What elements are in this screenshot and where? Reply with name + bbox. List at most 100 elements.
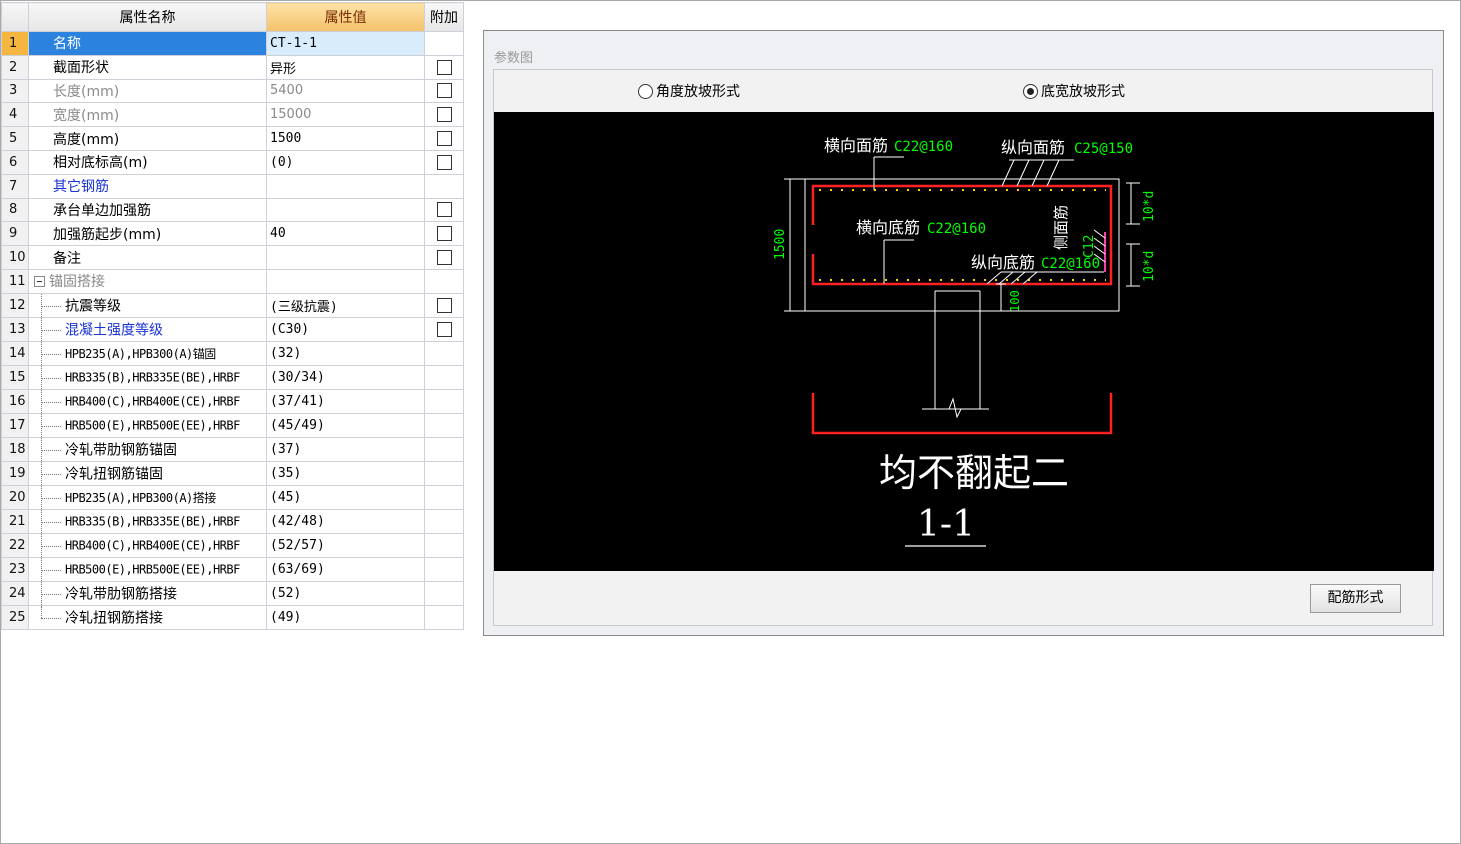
property-name[interactable]: HRB500(E),HRB500E(EE),HRBF <box>28 412 267 438</box>
table-row[interactable]: 17 HRB500(E),HRB500E(EE),HRBF (45/49) <box>1 412 464 438</box>
table-row[interactable]: 16 HRB400(C),HRB400E(CE),HRBF (37/41) <box>1 388 464 414</box>
column-header-extra[interactable]: 附加 <box>424 2 464 32</box>
column-header-value[interactable]: 属性值 <box>266 2 425 32</box>
column-header-name[interactable]: 属性名称 <box>28 2 267 32</box>
property-name[interactable]: 冷轧带肋钢筋锚固 <box>28 436 267 462</box>
table-row[interactable]: 20 HPB235(A),HPB300(A)搭接 (45) <box>1 484 464 510</box>
property-name[interactable]: 其它钢筋 <box>28 173 267 199</box>
property-value[interactable]: (49) <box>266 604 425 630</box>
property-value[interactable]: 40 <box>266 221 425 247</box>
property-name[interactable]: 混凝土强度等级 <box>28 316 267 342</box>
property-value[interactable] <box>266 173 425 199</box>
table-row[interactable]: 21 HRB335(B),HRB335E(BE),HRBF (42/48) <box>1 508 464 534</box>
extra-checkbox[interactable] <box>436 202 452 218</box>
tree-connector <box>30 294 66 317</box>
extra-checkbox[interactable] <box>436 107 452 123</box>
extra-cell <box>424 102 464 128</box>
property-name[interactable]: HPB235(A),HPB300(A)锚固 <box>28 340 267 366</box>
property-value[interactable] <box>266 245 425 270</box>
table-row[interactable]: 23 HRB500(E),HRB500E(EE),HRBF (63/69) <box>1 556 464 582</box>
property-value[interactable]: 5400 <box>266 78 425 104</box>
extra-checkbox[interactable] <box>436 321 452 337</box>
extra-checkbox[interactable] <box>436 131 452 147</box>
pile-rebar-bracket <box>811 393 1113 435</box>
table-row[interactable]: 10 备注 <box>1 245 464 270</box>
property-name[interactable]: 冷轧扭钢筋搭接 <box>28 604 267 630</box>
property-value[interactable]: 1500 <box>266 126 425 151</box>
property-name[interactable]: 截面形状 <box>28 54 267 80</box>
property-name[interactable]: 冷轧带肋钢筋搭接 <box>28 580 267 606</box>
property-name[interactable]: HPB235(A),HPB300(A)搭接 <box>28 484 267 510</box>
table-row[interactable]: 3 长度(mm) 5400 <box>1 78 464 104</box>
extra-checkbox[interactable] <box>436 83 452 99</box>
property-name[interactable]: 抗震等级 <box>28 292 267 318</box>
property-value[interactable]: (52/57) <box>266 532 425 558</box>
table-row[interactable]: 22 HRB400(C),HRB400E(CE),HRBF (52/57) <box>1 532 464 558</box>
radio-angle-slope[interactable]: 角度放坡形式 <box>638 81 740 101</box>
table-row[interactable]: 8 承台单边加强筋 <box>1 197 464 223</box>
property-name[interactable]: 承台单边加强筋 <box>28 197 267 223</box>
property-name[interactable]: 加强筋起步(mm) <box>28 221 267 247</box>
extra-checkbox[interactable] <box>436 250 452 266</box>
rebar-form-button[interactable]: 配筋形式 <box>1310 584 1401 613</box>
extra-cell <box>424 245 464 270</box>
property-value[interactable]: (35) <box>266 460 425 486</box>
table-row[interactable]: 25 冷轧扭钢筋搭接 (49) <box>1 604 464 630</box>
table-row[interactable]: 24 冷轧带肋钢筋搭接 (52) <box>1 580 464 606</box>
table-row[interactable]: 11 锚固搭接 <box>1 268 464 294</box>
property-value[interactable] <box>266 268 425 294</box>
table-row[interactable]: 14 HPB235(A),HPB300(A)锚固 (32) <box>1 340 464 366</box>
group-label: 锚固搭接 <box>49 274 105 291</box>
extra-checkbox[interactable] <box>436 226 452 242</box>
property-value[interactable]: (30/34) <box>266 364 425 390</box>
property-name[interactable]: 长度(mm) <box>28 78 267 104</box>
property-value[interactable] <box>266 197 425 223</box>
table-row[interactable]: 15 HRB335(B),HRB335E(BE),HRBF (30/34) <box>1 364 464 390</box>
property-value[interactable]: (45) <box>266 484 425 510</box>
table-row[interactable]: 13 混凝土强度等级 (C30) <box>1 316 464 342</box>
property-name[interactable]: HRB335(B),HRB335E(BE),HRBF <box>28 508 267 534</box>
property-name[interactable]: HRB500(E),HRB500E(EE),HRBF <box>28 556 267 582</box>
property-value[interactable]: CT-1-1 <box>266 31 425 56</box>
extra-checkbox[interactable] <box>436 59 452 75</box>
property-name[interactable]: 名称 <box>28 31 267 56</box>
property-value[interactable]: 异形 <box>266 54 425 80</box>
property-name[interactable]: 宽度(mm) <box>28 102 267 128</box>
property-value[interactable]: (0) <box>266 149 425 175</box>
extra-checkbox[interactable] <box>436 297 452 313</box>
property-group[interactable]: 锚固搭接 <box>28 268 267 294</box>
property-name[interactable]: 相对底标高(m) <box>28 149 267 175</box>
property-value[interactable]: (37/41) <box>266 388 425 414</box>
table-row[interactable]: 7 其它钢筋 <box>1 173 464 199</box>
property-name[interactable]: 冷轧扭钢筋锚固 <box>28 460 267 486</box>
table-row[interactable]: 4 宽度(mm) 15000 <box>1 102 464 128</box>
table-row[interactable]: 18 冷轧带肋钢筋锚固 (37) <box>1 436 464 462</box>
table-row[interactable]: 5 高度(mm) 1500 <box>1 126 464 151</box>
table-row[interactable]: 12 抗震等级 (三级抗震) <box>1 292 464 318</box>
property-value[interactable]: (45/49) <box>266 412 425 438</box>
property-value[interactable]: (三级抗震) <box>266 292 425 318</box>
table-row[interactable]: 19 冷轧扭钢筋锚固 (35) <box>1 460 464 486</box>
property-value[interactable]: 15000 <box>266 102 425 128</box>
radio-angle-circle[interactable] <box>638 83 653 99</box>
property-value[interactable]: (C30) <box>266 316 425 342</box>
property-value[interactable]: (37) <box>266 436 425 462</box>
property-name[interactable]: HRB400(C),HRB400E(CE),HRBF <box>28 532 267 558</box>
table-row[interactable]: 9 加强筋起步(mm) 40 <box>1 221 464 247</box>
extra-cell <box>424 197 464 223</box>
radio-width-circle[interactable] <box>1023 83 1038 99</box>
radio-width-slope[interactable]: 底宽放坡形式 <box>1023 81 1125 101</box>
collapse-icon[interactable] <box>34 275 45 287</box>
property-name[interactable]: HRB335(B),HRB335E(BE),HRBF <box>28 364 267 390</box>
property-name[interactable]: 备注 <box>28 245 267 270</box>
property-value[interactable]: (42/48) <box>266 508 425 534</box>
property-name[interactable]: 高度(mm) <box>28 126 267 151</box>
table-row[interactable]: 2 截面形状 异形 <box>1 54 464 80</box>
table-row[interactable]: 6 相对底标高(m) (0) <box>1 149 464 175</box>
property-value[interactable]: (32) <box>266 340 425 366</box>
extra-checkbox[interactable] <box>436 154 452 170</box>
property-name[interactable]: HRB400(C),HRB400E(CE),HRBF <box>28 388 267 414</box>
table-row[interactable]: 1 名称 CT-1-1 <box>1 31 464 56</box>
property-value[interactable]: (52) <box>266 580 425 606</box>
property-value[interactable]: (63/69) <box>266 556 425 582</box>
